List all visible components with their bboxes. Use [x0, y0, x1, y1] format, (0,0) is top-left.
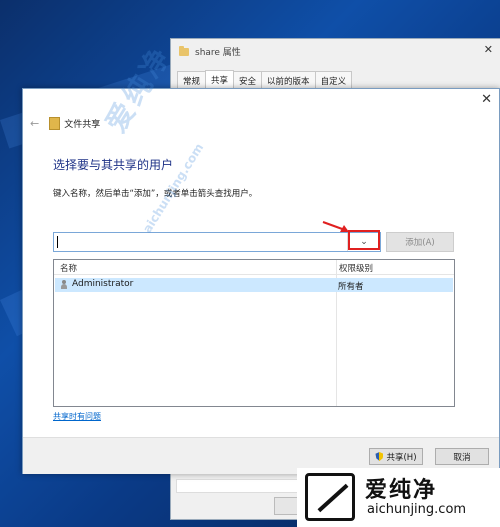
- dialog-nav: ← 文件共享: [30, 117, 100, 130]
- red-pointer-arrow-icon: [322, 221, 349, 232]
- properties-close-icon[interactable]: ✕: [484, 43, 493, 56]
- sharing-help-link[interactable]: 共享时有问题: [53, 411, 101, 422]
- user-name-text: Administrator: [72, 279, 134, 289]
- logo-chinese-text: 爱纯净: [365, 478, 438, 503]
- user-icon: [61, 279, 67, 289]
- page-title: 选择要与其共享的用户: [53, 158, 174, 172]
- dialog-header: 文件共享: [49, 117, 100, 130]
- list-header: 名称 权限级别: [54, 260, 454, 275]
- watermark-logo: 爱纯净 aichunjing.com: [297, 468, 500, 527]
- list-item[interactable]: Administrator 所有者: [55, 278, 453, 292]
- share-button[interactable]: 共享(H): [369, 448, 423, 465]
- instruction-text: 键入名称，然后单击“添加”，或者单击箭头查找用户。: [53, 189, 258, 199]
- dialog-close-icon[interactable]: ✕: [481, 92, 492, 107]
- back-arrow-icon[interactable]: ←: [30, 117, 39, 130]
- file-sharing-dialog: ✕ ← 文件共享 选择要与其共享的用户 键入名称，然后单击“添加”，或者单击箭头…: [22, 88, 500, 474]
- user-name-input[interactable]: ⌄: [53, 232, 381, 252]
- properties-title: share 属性: [179, 45, 241, 58]
- column-header-name[interactable]: 名称: [60, 262, 77, 274]
- dialog-header-title: 文件共享: [64, 120, 101, 130]
- user-name-cell: Administrator: [61, 279, 133, 289]
- text-caret: [57, 236, 58, 248]
- uac-shield-icon: [375, 452, 384, 461]
- folder-icon: [179, 45, 189, 56]
- highlight-box: [348, 230, 380, 250]
- share-button-label: 共享(H): [386, 452, 417, 463]
- tab-sharing[interactable]: 共享: [205, 70, 235, 89]
- column-header-permission[interactable]: 权限级别: [339, 262, 373, 274]
- permission-level-cell[interactable]: 所有者: [338, 280, 364, 292]
- add-button[interactable]: 添加(A): [386, 232, 454, 252]
- properties-title-text: share 属性: [195, 48, 241, 58]
- file-share-icon: [49, 117, 61, 130]
- cancel-button[interactable]: 取消: [435, 448, 489, 465]
- logo-english-text: aichunjing.com: [367, 502, 467, 517]
- brand-logo-icon: [305, 473, 355, 521]
- users-list: 名称 权限级别 Administrator 所有者: [53, 259, 455, 407]
